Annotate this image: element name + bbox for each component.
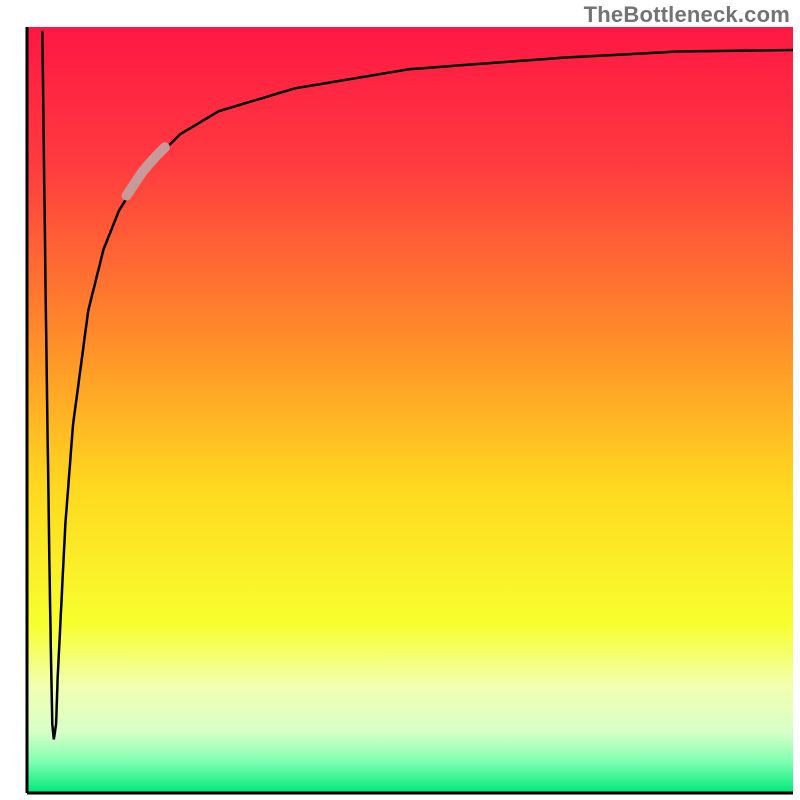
chart-container: TheBottleneck.com bbox=[0, 0, 800, 800]
bottleneck-chart bbox=[0, 0, 800, 800]
watermark-text: TheBottleneck.com bbox=[584, 2, 790, 28]
plot-background bbox=[27, 27, 793, 793]
